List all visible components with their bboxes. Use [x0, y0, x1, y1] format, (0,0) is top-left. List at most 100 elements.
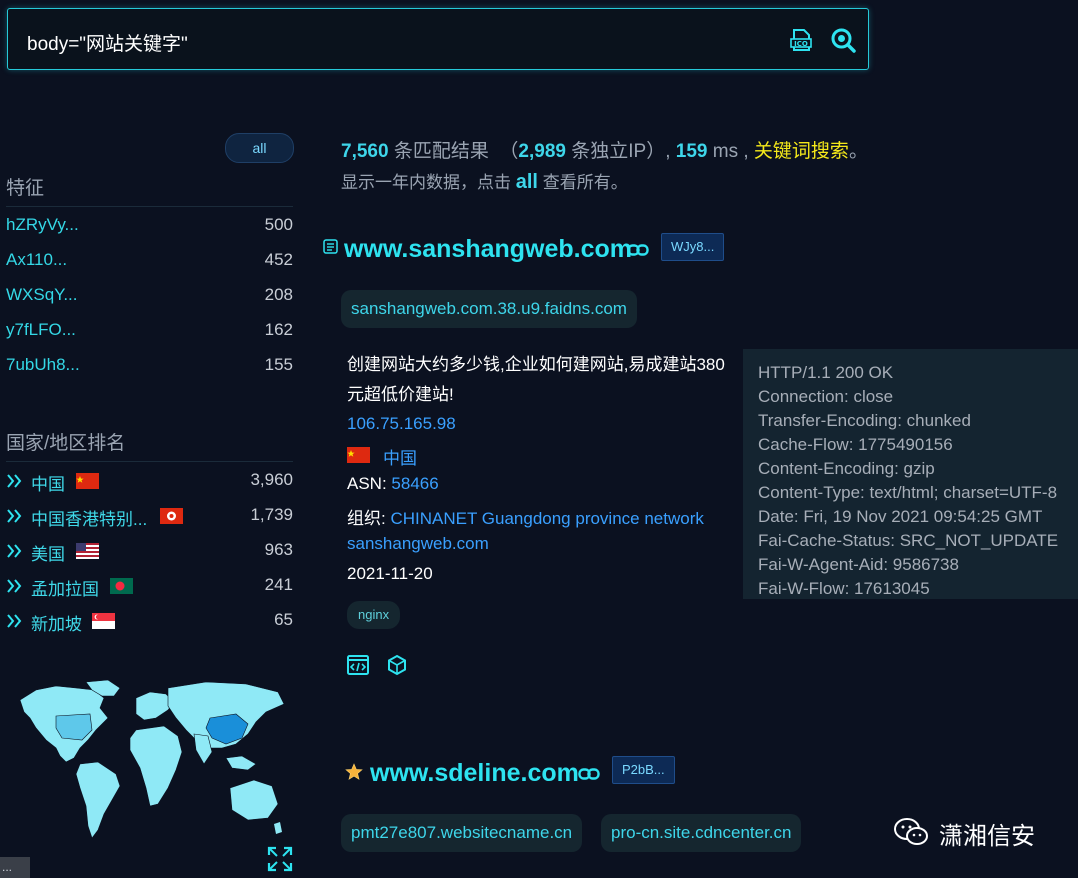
feature-key[interactable]: hZRyVy...: [6, 215, 79, 235]
org-link[interactable]: CHINANET Guangdong province network: [390, 509, 703, 528]
country-item-us[interactable]: 美国 963: [6, 540, 293, 564]
feature-count: 500: [264, 215, 293, 234]
total-suffix: 条匹配结果: [393, 141, 489, 162]
country-count: 3,960: [250, 470, 293, 489]
http-line: HTTP/1.1 200 OK: [758, 363, 894, 382]
feature-key[interactable]: WXSqY...: [6, 285, 78, 305]
feature-count: 155: [264, 355, 293, 374]
countries-title: 国家/地区排名: [6, 433, 126, 454]
total-count: 7,560: [341, 141, 389, 162]
divider: [6, 206, 293, 207]
host-chip[interactable]: pmt27e807.websitecname.cn: [341, 814, 583, 852]
http-line: Transfer-Encoding: chunked: [758, 411, 971, 430]
features-title: 特征: [6, 178, 45, 199]
result-domain-link[interactable]: www.sdeline.com: [370, 759, 579, 788]
country-count: 241: [264, 575, 293, 594]
http-line: Date: Fri, 19 Nov 2021 09:54:25 GMT: [758, 507, 1043, 526]
double-chevron-right-icon: [7, 579, 22, 593]
flag-bd-icon: [110, 578, 133, 594]
search-input[interactable]: body="网站关键字": [27, 29, 188, 56]
ms-suffix: ms ,: [712, 141, 749, 162]
result-country-link[interactable]: 中国: [383, 444, 417, 469]
all-filter-button[interactable]: all: [225, 133, 294, 163]
double-chevron-right-icon: [7, 544, 22, 558]
ip-open: （: [499, 141, 519, 162]
double-chevron-right-icon: [7, 474, 22, 488]
country-item-hk[interactable]: 中国香港特别... 1,739: [6, 505, 293, 529]
result-domain-link[interactable]: www.sanshangweb.com: [344, 235, 632, 264]
result-summary: 7,560 条匹配结果 （2,989 条独立IP）, 159 ms , 关键词搜…: [341, 136, 868, 163]
cube-icon[interactable]: [385, 653, 409, 677]
http-line: Cache-Flow: 1775490156: [758, 435, 953, 454]
flag-us-icon: [76, 543, 99, 559]
feature-item[interactable]: Ax110... 452: [6, 250, 293, 274]
feature-item[interactable]: hZRyVy... 500: [6, 215, 293, 239]
site-link[interactable]: sanshangweb.com: [347, 534, 489, 554]
fingerprint-tag[interactable]: WJy8...: [661, 233, 725, 261]
search-icon[interactable]: [830, 27, 856, 53]
hint-suffix: 查看所有。: [542, 173, 628, 192]
show-all-link[interactable]: all: [516, 171, 538, 193]
host-chip[interactable]: pro-cn.site.cdncenter.cn: [601, 814, 802, 852]
fingerprint-tag[interactable]: P2bB...: [612, 756, 675, 784]
feature-count: 162: [264, 320, 293, 339]
country-name[interactable]: 孟加拉国: [31, 575, 99, 600]
summary-end: 。: [848, 141, 868, 162]
feature-count: 208: [264, 285, 293, 304]
feature-key[interactable]: Ax110...: [6, 250, 67, 270]
http-line: Content-Encoding: gzip: [758, 459, 935, 478]
feature-item[interactable]: WXSqY... 208: [6, 285, 293, 309]
country-count: 1,739: [250, 505, 293, 524]
expand-icon[interactable]: [267, 846, 293, 872]
unique-ip-count: 2,989: [518, 141, 566, 162]
keyword-search-link[interactable]: 关键词搜索: [754, 141, 849, 162]
code-view-icon[interactable]: [346, 653, 370, 677]
host-chip[interactable]: sanshangweb.com.38.u9.faidns.com: [341, 290, 637, 328]
world-map[interactable]: [16, 678, 286, 848]
double-chevron-right-icon: [7, 509, 22, 523]
country-item-cn[interactable]: 中国 3,960: [6, 470, 293, 494]
org-line: 组织: CHINANET Guangdong province network: [347, 504, 704, 529]
asn-link[interactable]: 58466: [391, 474, 438, 493]
feature-item[interactable]: 7ubUh8... 155: [6, 355, 293, 379]
hint-prefix: 显示一年内数据，点击: [341, 173, 511, 192]
http-line: Fai-Cache-Status: SRC_NOT_UPDATE: [758, 531, 1059, 550]
icon-search-file-icon[interactable]: ICO: [788, 27, 814, 53]
feature-key[interactable]: y7fLFO...: [6, 320, 76, 340]
feature-count: 452: [264, 250, 293, 269]
server-tag[interactable]: nginx: [347, 601, 401, 629]
feature-key[interactable]: 7ubUh8...: [6, 355, 80, 375]
country-name[interactable]: 中国: [31, 470, 65, 495]
asn-label: ASN:: [347, 474, 387, 493]
flag-sg-icon: [92, 613, 115, 629]
feature-item[interactable]: y7fLFO... 162: [6, 320, 293, 344]
star-icon: [345, 763, 363, 780]
http-line: Fai-W-Agent-Aid: 9586738: [758, 555, 959, 574]
search-bar[interactable]: body="网站关键字" ICO: [7, 8, 869, 70]
collapsed-panel-tab[interactable]: ...: [0, 857, 30, 878]
watermark-text: 潇湘信安: [939, 823, 1035, 850]
country-item-bd[interactable]: 孟加拉国 241: [6, 575, 293, 599]
flag-hk-icon: [160, 508, 183, 524]
country-item-sg[interactable]: 新加坡 65: [6, 610, 293, 634]
asn-line: ASN: 58466: [347, 474, 439, 494]
http-header-panel[interactable]: HTTP/1.1 200 OK Connection: close Transf…: [743, 349, 1078, 599]
ip-suffix: 条独立IP）,: [571, 141, 671, 162]
query-ms: 159: [675, 141, 708, 162]
flag-cn-icon: [76, 473, 99, 489]
link-icon[interactable]: [627, 243, 649, 257]
http-line: Content-Type: text/html; charset=UTF-8: [758, 483, 1058, 502]
result-ip-link[interactable]: 106.75.165.98: [347, 414, 456, 434]
country-name[interactable]: 中国香港特别...: [31, 505, 147, 530]
country-name[interactable]: 新加坡: [31, 610, 82, 635]
result-title: 创建网站大约多少钱,企业如何建网站,易成建站380元超低价建站!: [347, 355, 725, 404]
wechat-icon: [894, 818, 928, 845]
flag-cn-icon: [347, 447, 370, 463]
result-summary-hint: 显示一年内数据，点击 all 查看所有。: [341, 168, 628, 194]
country-name[interactable]: 美国: [31, 540, 65, 565]
divider: [6, 461, 293, 462]
country-count: 963: [264, 540, 293, 559]
org-label: 组织:: [347, 509, 386, 528]
link-icon[interactable]: [578, 767, 600, 781]
double-chevron-right-icon: [7, 614, 22, 628]
